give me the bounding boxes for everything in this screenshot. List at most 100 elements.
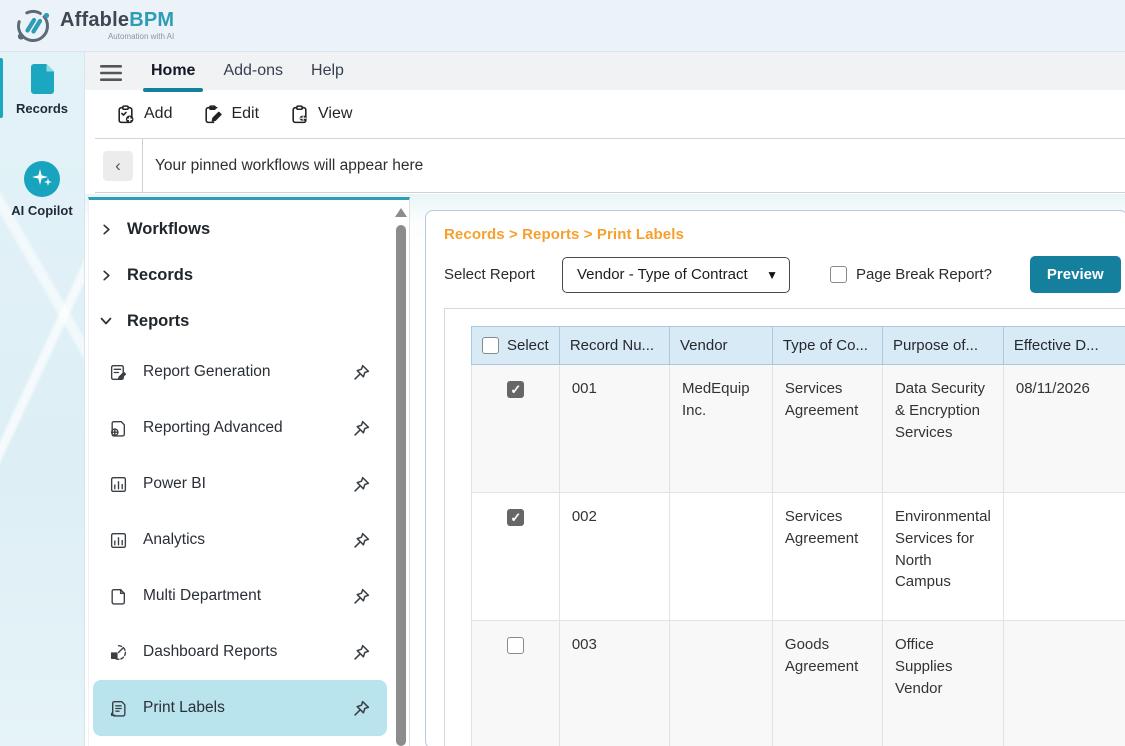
pushpin-icon[interactable] (352, 699, 371, 718)
view-button[interactable]: View (289, 104, 352, 125)
pushpin-icon[interactable] (352, 475, 371, 494)
cell-type-of-contract: Services Agreement (772, 493, 882, 621)
nav-item-label: Analytics (143, 531, 205, 549)
page-break-checkbox[interactable] (830, 266, 847, 283)
report-select-dropdown[interactable]: Vendor - Type of Contract ▼ (562, 257, 790, 293)
app-header: AffableBPM Automation with AI (0, 0, 1125, 52)
table-row-002: 002 Services Agreement Environmental Ser… (472, 493, 1125, 621)
breadcrumb: Records > Reports > Print Labels (444, 226, 1125, 243)
table-row-003: 003 Goods Agreement Office Supplies Vend… (472, 621, 1125, 746)
tab-home[interactable]: Home (137, 62, 209, 90)
nav-item-power-bi[interactable]: Power BI (93, 456, 387, 512)
nav-item-print-labels[interactable]: Print Labels (93, 680, 387, 736)
report-controls: Select Report Vendor - Type of Contract … (444, 256, 1125, 293)
analytics-chart-icon (109, 531, 128, 550)
column-header-select: Select (472, 327, 560, 365)
edit-button[interactable]: Edit (202, 104, 259, 125)
pinned-workflows-message: Your pinned workflows will appear here (143, 157, 423, 175)
select-all-checkbox[interactable] (482, 337, 499, 354)
nav-item-label: Print Labels (143, 699, 225, 717)
cell-vendor: MedEquip Inc. (670, 365, 773, 493)
cell-purpose: Environmental Services for North Campus (882, 493, 1003, 621)
nav-item-analytics[interactable]: Analytics (93, 512, 387, 568)
nav-section-label: Records (127, 266, 193, 285)
collapse-pinned-button[interactable]: ‹ (103, 151, 133, 181)
nav-section-records[interactable]: Records (89, 252, 393, 298)
column-header-record-nu: Record Nu... (559, 327, 669, 365)
pushpin-icon[interactable] (352, 531, 371, 550)
menubar: HomeAdd-onsHelp (85, 52, 1125, 90)
nav-scrollbar[interactable] (395, 208, 407, 746)
chevron-right-icon (99, 223, 113, 236)
reporting-advanced-icon (109, 419, 128, 438)
rail-item-ai-copilot[interactable]: AI Copilot (0, 150, 84, 226)
tool-button-label: Edit (231, 105, 259, 123)
print-labels-panel: Records > Reports > Print Labels Select … (425, 210, 1125, 746)
select-report-label: Select Report (444, 266, 562, 283)
row-checkbox[interactable] (507, 381, 524, 398)
column-header-effective-d: Effective D... (1003, 327, 1125, 365)
row-checkbox[interactable] (507, 637, 524, 654)
nav-item-saved-report[interactable]: Saved Report (93, 736, 387, 746)
report-generation-icon (109, 363, 128, 382)
ai-copilot-sparkle-icon (23, 160, 61, 198)
rail-item-label: Records (16, 101, 68, 116)
row-checkbox[interactable] (507, 509, 524, 526)
tab-add-ons[interactable]: Add-ons (209, 62, 297, 90)
nav-item-label: Reporting Advanced (143, 419, 283, 437)
nav-section-workflows[interactable]: Workflows (89, 206, 393, 252)
chevron-right-icon (99, 269, 113, 282)
print-labels-icon (109, 699, 128, 718)
tool-button-label: Add (144, 105, 172, 123)
cell-vendor (670, 621, 773, 746)
nav-item-label: Multi Department (143, 587, 261, 605)
record-toolbar: Add Edit View (95, 90, 1125, 138)
column-header-type-of-co: Type of Co... (772, 327, 882, 365)
chevron-down-icon (99, 314, 113, 328)
nav-item-label: Report Generation (143, 363, 271, 381)
nav-section-reports[interactable]: Reports (89, 298, 393, 344)
records-table: SelectRecord Nu...VendorType of Co...Pur… (471, 326, 1125, 746)
cell-vendor (670, 493, 773, 621)
menu-tabs: HomeAdd-onsHelp (137, 62, 358, 90)
preview-button[interactable]: Preview (1030, 256, 1121, 293)
affablebpm-logo-icon (14, 7, 52, 45)
nav-section-label: Workflows (127, 220, 210, 239)
brand-tagline: Automation with AI (108, 33, 174, 41)
pushpin-icon[interactable] (352, 419, 371, 438)
add-button[interactable]: Add (115, 104, 172, 125)
nav-item-dashboard-reports[interactable]: Dashboard Reports (93, 624, 387, 680)
cell-select (472, 621, 560, 746)
power-bi-chart-icon (109, 475, 128, 494)
page-break-label: Page Break Report? (856, 266, 992, 283)
nav-item-report-generation[interactable]: Report Generation (93, 344, 387, 400)
pushpin-icon[interactable] (352, 587, 371, 606)
view-record-icon (289, 104, 310, 125)
pushpin-icon[interactable] (352, 643, 371, 662)
nav-item-multi-department[interactable]: Multi Department (93, 568, 387, 624)
scroll-up-arrow-icon[interactable] (395, 208, 407, 217)
page-break-option[interactable]: Page Break Report? (830, 266, 992, 283)
cell-record-number: 003 (559, 621, 669, 746)
nav-item-reporting-advanced[interactable]: Reporting Advanced (93, 400, 387, 456)
pushpin-icon[interactable] (352, 363, 371, 382)
scrollbar-thumb[interactable] (396, 225, 406, 746)
tab-help[interactable]: Help (297, 62, 358, 90)
cell-select (472, 493, 560, 621)
multi-department-document-icon (109, 587, 128, 606)
cell-type-of-contract: Goods Agreement (772, 621, 882, 746)
menu-hamburger-icon[interactable] (99, 64, 123, 82)
brand-logo: AffableBPM Automation with AI (14, 7, 174, 45)
reports-nav-panel: Workflows Records Reports Report Generatio… (88, 197, 410, 746)
nav-item-label: Power BI (143, 475, 206, 493)
records-document-icon (26, 62, 58, 96)
tool-button-label: View (318, 105, 352, 123)
cell-type-of-contract: Services Agreement (772, 365, 882, 493)
table-row-001: 001 MedEquip Inc. Services Agreement Dat… (472, 365, 1125, 493)
rail-item-records[interactable]: Records (0, 52, 84, 124)
chevron-down-icon: ▼ (766, 268, 778, 282)
edit-record-icon (202, 104, 223, 125)
brand-name: AffableBPM (60, 10, 174, 30)
main-region: HomeAdd-onsHelp Add Edit View ‹ Your pinne… (85, 52, 1125, 746)
left-rail: Records AI Copilot (0, 52, 85, 746)
